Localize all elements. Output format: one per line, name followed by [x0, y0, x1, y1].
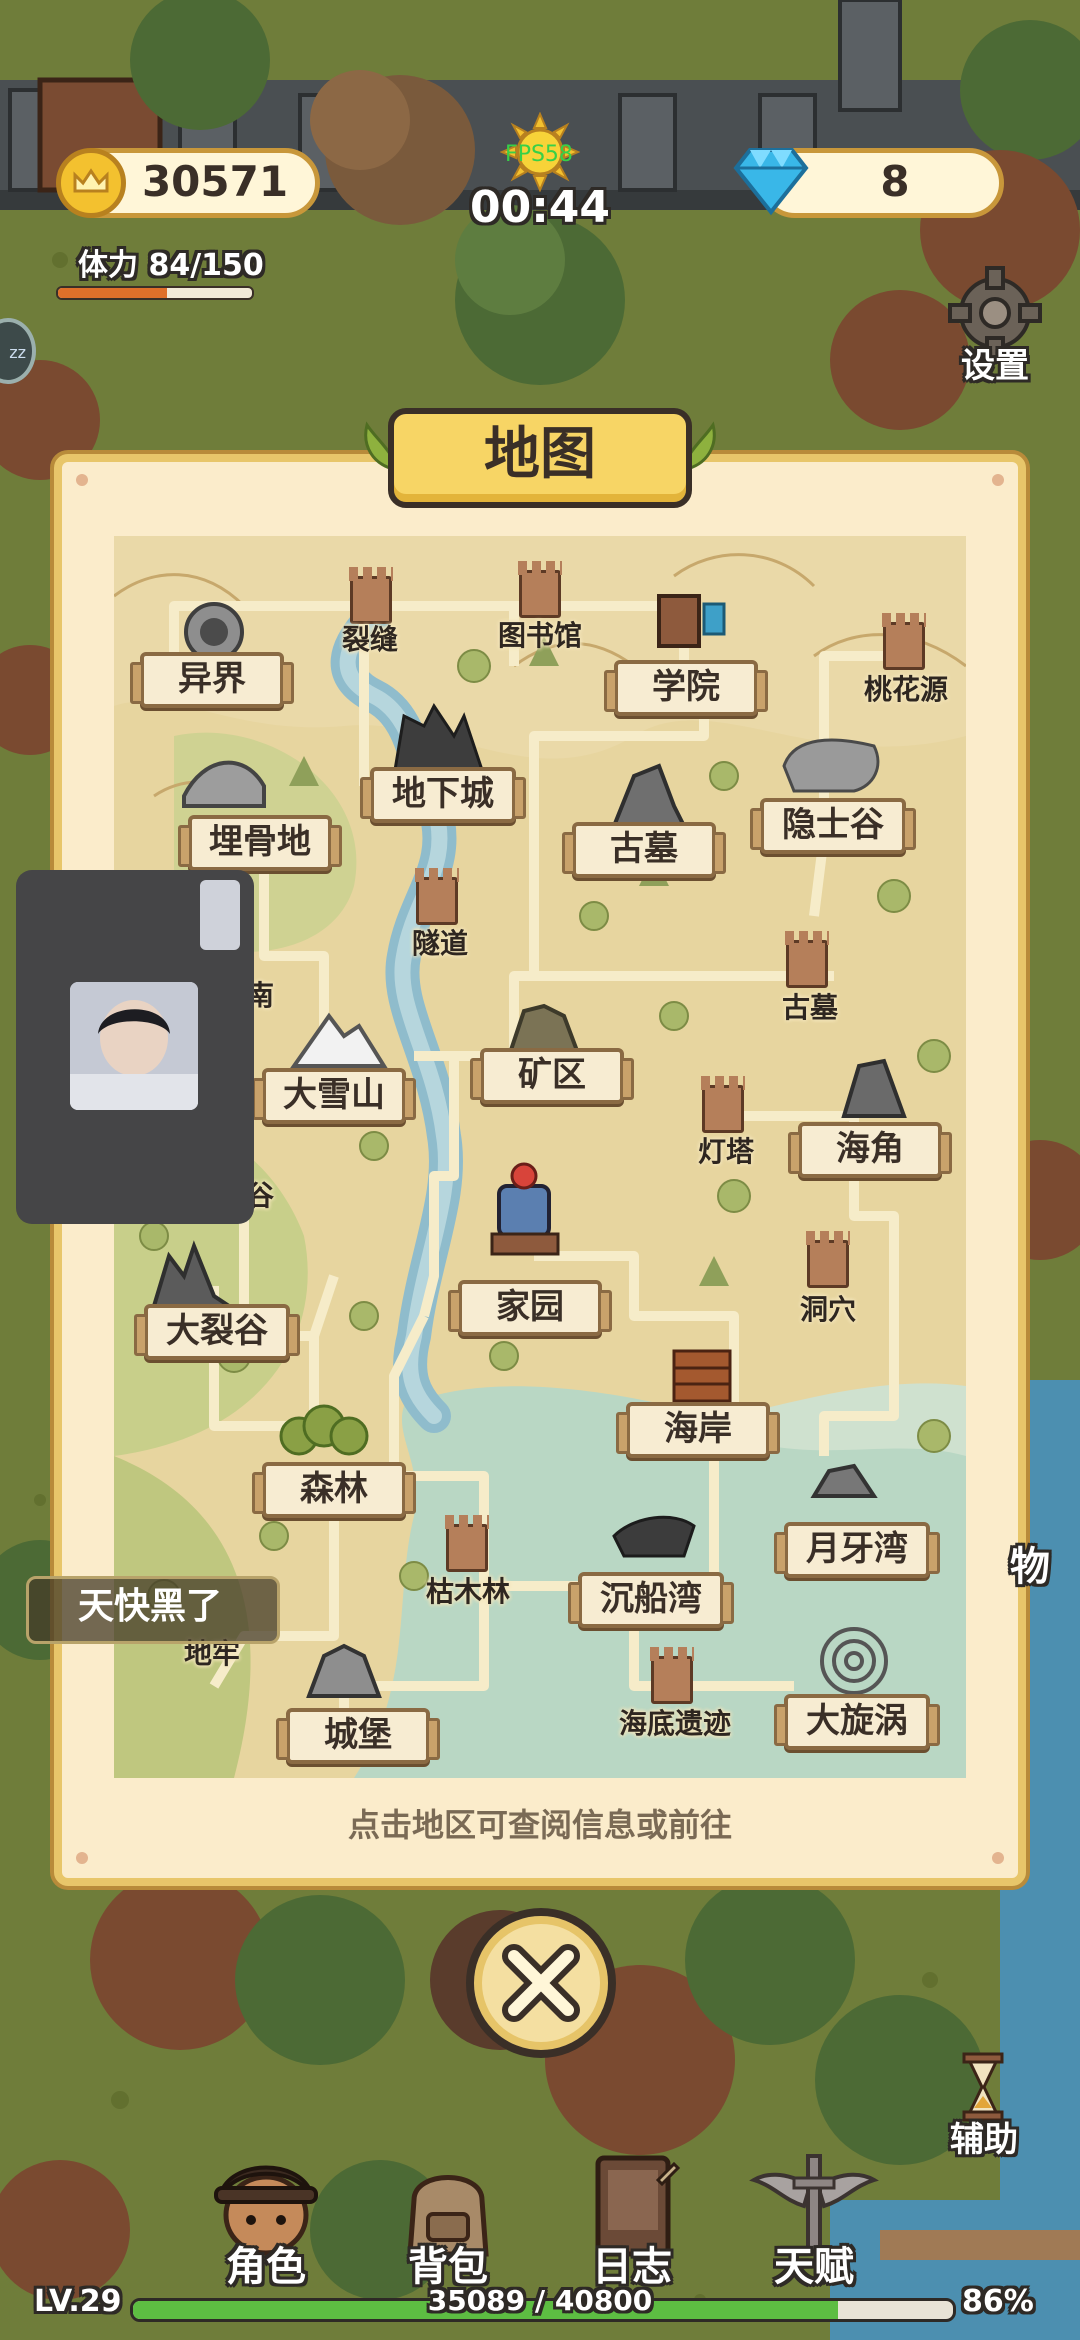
- nav-talent-label: 天赋: [774, 2244, 854, 2290]
- tower-marker: [349, 567, 393, 624]
- panel-rivet: [76, 1852, 88, 1864]
- nav-journal-button[interactable]: 日志: [562, 2150, 702, 2300]
- stamina-bar-fill: [58, 288, 167, 298]
- gem-amount: 8: [880, 157, 910, 206]
- close-icon: [502, 1944, 580, 2022]
- panel-rivet: [992, 1852, 1004, 1864]
- location-tushuguan[interactable]: 图书馆: [480, 614, 600, 654]
- crown-coin-icon: [56, 148, 126, 218]
- location-dixiacheng[interactable]: 地下城: [360, 767, 526, 823]
- tower-marker: [785, 931, 829, 988]
- gold-amount: 30571: [141, 157, 289, 206]
- xp-progress-text: 35089 / 40800: [427, 2284, 653, 2317]
- location-maigudi[interactable]: 埋骨地: [178, 815, 342, 871]
- xp-percent: 86%: [962, 2284, 1034, 2319]
- location-taohuayuan[interactable]: 桃花源: [846, 668, 966, 708]
- location-daliegu[interactable]: 大裂谷: [134, 1304, 300, 1360]
- location-chenchuanwan[interactable]: 沉船湾: [568, 1572, 734, 1628]
- close-map-button[interactable]: [466, 1908, 616, 2058]
- night-toast-text: 天快黑了: [77, 1586, 222, 1627]
- location-senlin[interactable]: 森林: [252, 1462, 416, 1518]
- location-daxueshan[interactable]: 大雪山: [252, 1068, 416, 1124]
- location-jiayuan[interactable]: 家园: [448, 1280, 612, 1336]
- video-overlay[interactable]: [16, 870, 254, 1224]
- location-liefeng[interactable]: 裂缝: [320, 618, 420, 658]
- player-level: LV.29: [34, 2284, 122, 2319]
- day-timer: 00:44: [469, 182, 611, 233]
- panel-rivet: [76, 474, 88, 486]
- location-yinshigu[interactable]: 隐士谷: [750, 798, 916, 854]
- location-yueyawan[interactable]: 月牙湾: [774, 1522, 940, 1578]
- tower-marker: [445, 1515, 489, 1572]
- tower-marker: [518, 561, 562, 618]
- tower-marker: [650, 1647, 694, 1704]
- stamina-bar: [56, 286, 254, 300]
- assist-label[interactable]: 辅助: [934, 2112, 1034, 2161]
- location-yijie[interactable]: 异界: [130, 652, 294, 708]
- location-haidiyiji[interactable]: 海底遗迹: [600, 1702, 750, 1742]
- settings-label[interactable]: 设置: [950, 338, 1040, 387]
- location-suidao[interactable]: 隧道: [390, 922, 490, 962]
- map-title: 地图: [484, 422, 596, 487]
- nav-bag-button[interactable]: 背包: [378, 2150, 518, 2300]
- location-kuangqu[interactable]: 矿区: [470, 1048, 634, 1104]
- avatar: [70, 982, 198, 1110]
- nav-talent-button[interactable]: 天赋: [744, 2150, 884, 2300]
- location-gumu-2[interactable]: 古墓: [760, 986, 860, 1026]
- panel-rivet: [992, 474, 1004, 486]
- location-chengbao[interactable]: 城堡: [276, 1708, 440, 1764]
- nav-role-button[interactable]: 角色: [196, 2150, 336, 2300]
- diamond-icon: [726, 140, 816, 220]
- tower-marker: [701, 1076, 745, 1133]
- map-hint: 点击地区可查阅信息或前往: [347, 1806, 732, 1844]
- location-kumulin[interactable]: 枯木林: [408, 1570, 528, 1610]
- tower-marker: [882, 613, 926, 670]
- fps-readout: FPS58: [505, 142, 573, 167]
- location-dengta[interactable]: 灯塔: [676, 1130, 776, 1170]
- right-partial-label[interactable]: 物: [1010, 1534, 1050, 1592]
- location-haijiao[interactable]: 海角: [788, 1122, 952, 1178]
- location-daxuanwo[interactable]: 大旋涡: [774, 1694, 940, 1750]
- tower-marker: [806, 1231, 850, 1288]
- stamina-label: 体力 84/150: [78, 248, 264, 283]
- location-haian[interactable]: 海岸: [616, 1402, 780, 1458]
- video-thumbnail-small: [200, 880, 240, 950]
- tower-marker: [415, 868, 459, 925]
- nav-role-label: 角色: [226, 2244, 306, 2290]
- location-gumu[interactable]: 古墓: [562, 822, 726, 878]
- location-xueyuan[interactable]: 学院: [604, 660, 768, 716]
- location-dongxue[interactable]: 洞穴: [778, 1288, 878, 1328]
